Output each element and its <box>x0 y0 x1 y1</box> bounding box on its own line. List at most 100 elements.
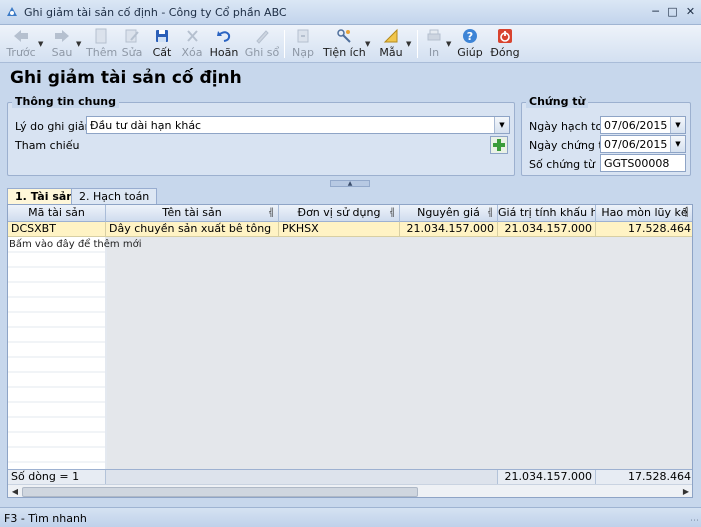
save-button[interactable]: Cất <box>148 27 176 61</box>
tab-label: Tài sản <box>30 190 75 203</box>
footer-spacer <box>106 470 498 485</box>
total-accumulated-depreciation: 17.528.464 <box>628 470 691 483</box>
general-info-title: Thông tin chung <box>12 95 120 108</box>
grid-header: Mã tài sản Tên tài sản ╣ Đơn vị sử dụng ╣ … <box>8 205 692 222</box>
scroll-right-icon[interactable]: ▶ <box>680 486 692 497</box>
help-button[interactable]: ? Giúp <box>456 27 484 61</box>
column-header[interactable]: Hao mòn lũy kế ╣ <box>596 205 692 222</box>
undo-icon <box>217 31 231 42</box>
asset-name-cell[interactable]: Dây chuyền sản xuất bê tông <box>106 222 279 237</box>
svg-text:?: ? <box>467 30 473 43</box>
tab-key: 1. <box>15 190 27 203</box>
resize-grip-icon[interactable]: ⋯ <box>690 516 699 526</box>
next-dropdown[interactable]: ▼ <box>76 27 84 61</box>
template-dropdown[interactable]: ▼ <box>406 27 414 61</box>
collapse-toggle[interactable]: ▲ <box>330 180 370 187</box>
scroll-left-icon[interactable]: ◀ <box>9 486 21 497</box>
print-icon <box>427 29 441 41</box>
horizontal-scrollbar[interactable]: ◀ ▶ <box>8 484 692 497</box>
column-header[interactable]: Mã tài sản <box>8 205 106 222</box>
pencil-icon <box>256 30 269 44</box>
template-icon <box>383 28 398 43</box>
add-reference-button[interactable] <box>490 136 508 154</box>
column-header[interactable]: Nguyên giá ╣ <box>400 205 498 222</box>
save-icon <box>156 30 168 42</box>
add-button[interactable]: Thêm <box>86 27 117 61</box>
tab-accounting[interactable]: 2. Hạch toán <box>71 188 158 205</box>
toolbar-separator <box>284 30 285 58</box>
back-button[interactable]: Trước <box>4 27 38 61</box>
pin-icon[interactable]: ╣ <box>488 205 493 221</box>
utilities-dropdown[interactable]: ▼ <box>365 27 373 61</box>
reason-value: Đầu tư dài hạn khác <box>90 119 202 132</box>
voucher-title: Chứng từ <box>526 95 589 108</box>
title-bar: Ghi giảm tài sản cố định - Công ty Cổ ph… <box>0 0 701 25</box>
asset-code-cell[interactable]: DCSXBT <box>8 222 106 237</box>
template-button[interactable]: Mẫu <box>376 27 406 61</box>
voucher-date-picker[interactable]: 07/06/2015 ▼ <box>600 135 686 153</box>
undo-button[interactable]: Hoãn <box>208 27 240 61</box>
arrow-right-icon <box>55 30 69 42</box>
power-icon <box>498 29 512 43</box>
tab-label: Hạch toán <box>93 190 150 203</box>
print-dropdown[interactable]: ▼ <box>446 27 454 61</box>
delete-icon <box>187 30 198 42</box>
load-icon <box>297 29 309 43</box>
voucher-no-field[interactable]: GGTS00008 <box>600 154 686 172</box>
window-title: Ghi giảm tài sản cố định - Công ty Cổ ph… <box>24 6 287 19</box>
page-title: Ghi giảm tài sản cố định <box>10 68 242 88</box>
reason-combo[interactable]: Đầu tư dài hạn khác ▼ <box>86 116 510 134</box>
app-icon <box>7 7 17 16</box>
depreciable-value-cell[interactable]: 21.034.157.000 <box>498 222 596 237</box>
load-button[interactable]: Nạp <box>289 27 317 61</box>
close-button[interactable]: Đóng <box>489 27 521 61</box>
add-new-row[interactable]: Bấm vào đây để thêm mới <box>9 239 141 250</box>
voucher-no-label: Số chứng từ <box>529 158 595 171</box>
status-bar: F3 - Tìm nhanh ⋯ <box>0 507 701 527</box>
chevron-down-icon[interactable]: ▼ <box>494 117 509 133</box>
next-button[interactable]: Sau <box>48 27 76 61</box>
posting-date-value: 07/06/2015 <box>604 119 668 132</box>
utilities-icon <box>337 29 351 43</box>
chevron-down-icon[interactable]: ▼ <box>670 117 685 133</box>
voucher-no-value: GGTS00008 <box>604 157 670 170</box>
chevron-down-icon[interactable]: ▼ <box>670 136 685 152</box>
edit-icon <box>125 29 139 43</box>
pin-icon[interactable]: ╣ <box>390 205 395 221</box>
toolbar-separator <box>417 30 418 58</box>
grid-footer: Số dòng = 1 21.034.157.000 17.528.464 <box>8 469 692 485</box>
voucher-date-value: 07/06/2015 <box>604 138 668 151</box>
column-header[interactable]: Giá trị tính khấu hao <box>498 205 596 222</box>
edit-button[interactable]: Sửa <box>118 27 146 61</box>
quick-search-hint: F3 - Tìm nhanh <box>4 512 87 525</box>
general-info-group: Thông tin chung Lý do ghi giảm Đầu tư dà… <box>7 95 515 176</box>
row-count: Số dòng = 1 <box>8 470 106 485</box>
help-icon: ? <box>463 29 477 43</box>
back-dropdown[interactable]: ▼ <box>38 27 46 61</box>
accumulated-depreciation-cell[interactable]: 17.528.464 <box>596 222 692 237</box>
unit-cell[interactable]: PKHSX <box>279 222 400 237</box>
reason-label: Lý do ghi giảm <box>15 120 96 133</box>
total-depreciable-value: 21.034.157.000 <box>498 470 596 485</box>
plus-icon <box>493 139 505 151</box>
reference-label: Tham chiếu <box>15 139 80 152</box>
utilities-button[interactable]: Tiện ích <box>323 27 366 61</box>
delete-button[interactable]: Xóa <box>178 27 206 61</box>
arrow-left-icon <box>14 30 28 42</box>
pin-icon[interactable]: ╣ <box>269 205 274 221</box>
toolbar: Trước ▼ Sau ▼ Thêm Sửa Cất Xóa Hoãn Ghi … <box>0 25 701 63</box>
tab-key: 2. <box>79 190 90 203</box>
minimize-icon[interactable]: ─ <box>647 4 664 20</box>
scroll-thumb[interactable] <box>22 487 418 497</box>
posting-date-picker[interactable]: 07/06/2015 ▼ <box>600 116 686 134</box>
column-header[interactable]: Tên tài sản ╣ <box>106 205 279 222</box>
maximize-icon[interactable]: □ <box>664 4 681 20</box>
print-button[interactable]: In <box>422 27 446 61</box>
post-button[interactable]: Ghi sổ <box>244 27 280 61</box>
cost-cell[interactable]: 21.034.157.000 <box>400 222 498 237</box>
assets-grid: Mã tài sản Tên tài sản ╣ Đơn vị sử dụng ╣ … <box>7 204 693 498</box>
column-header[interactable]: Đơn vị sử dụng ╣ <box>279 205 400 222</box>
pin-icon[interactable]: ╣ <box>684 205 689 221</box>
table-row[interactable]: DCSXBT Dây chuyền sản xuất bê tông PKHSX… <box>8 222 692 237</box>
close-icon[interactable]: ✕ <box>682 4 699 20</box>
